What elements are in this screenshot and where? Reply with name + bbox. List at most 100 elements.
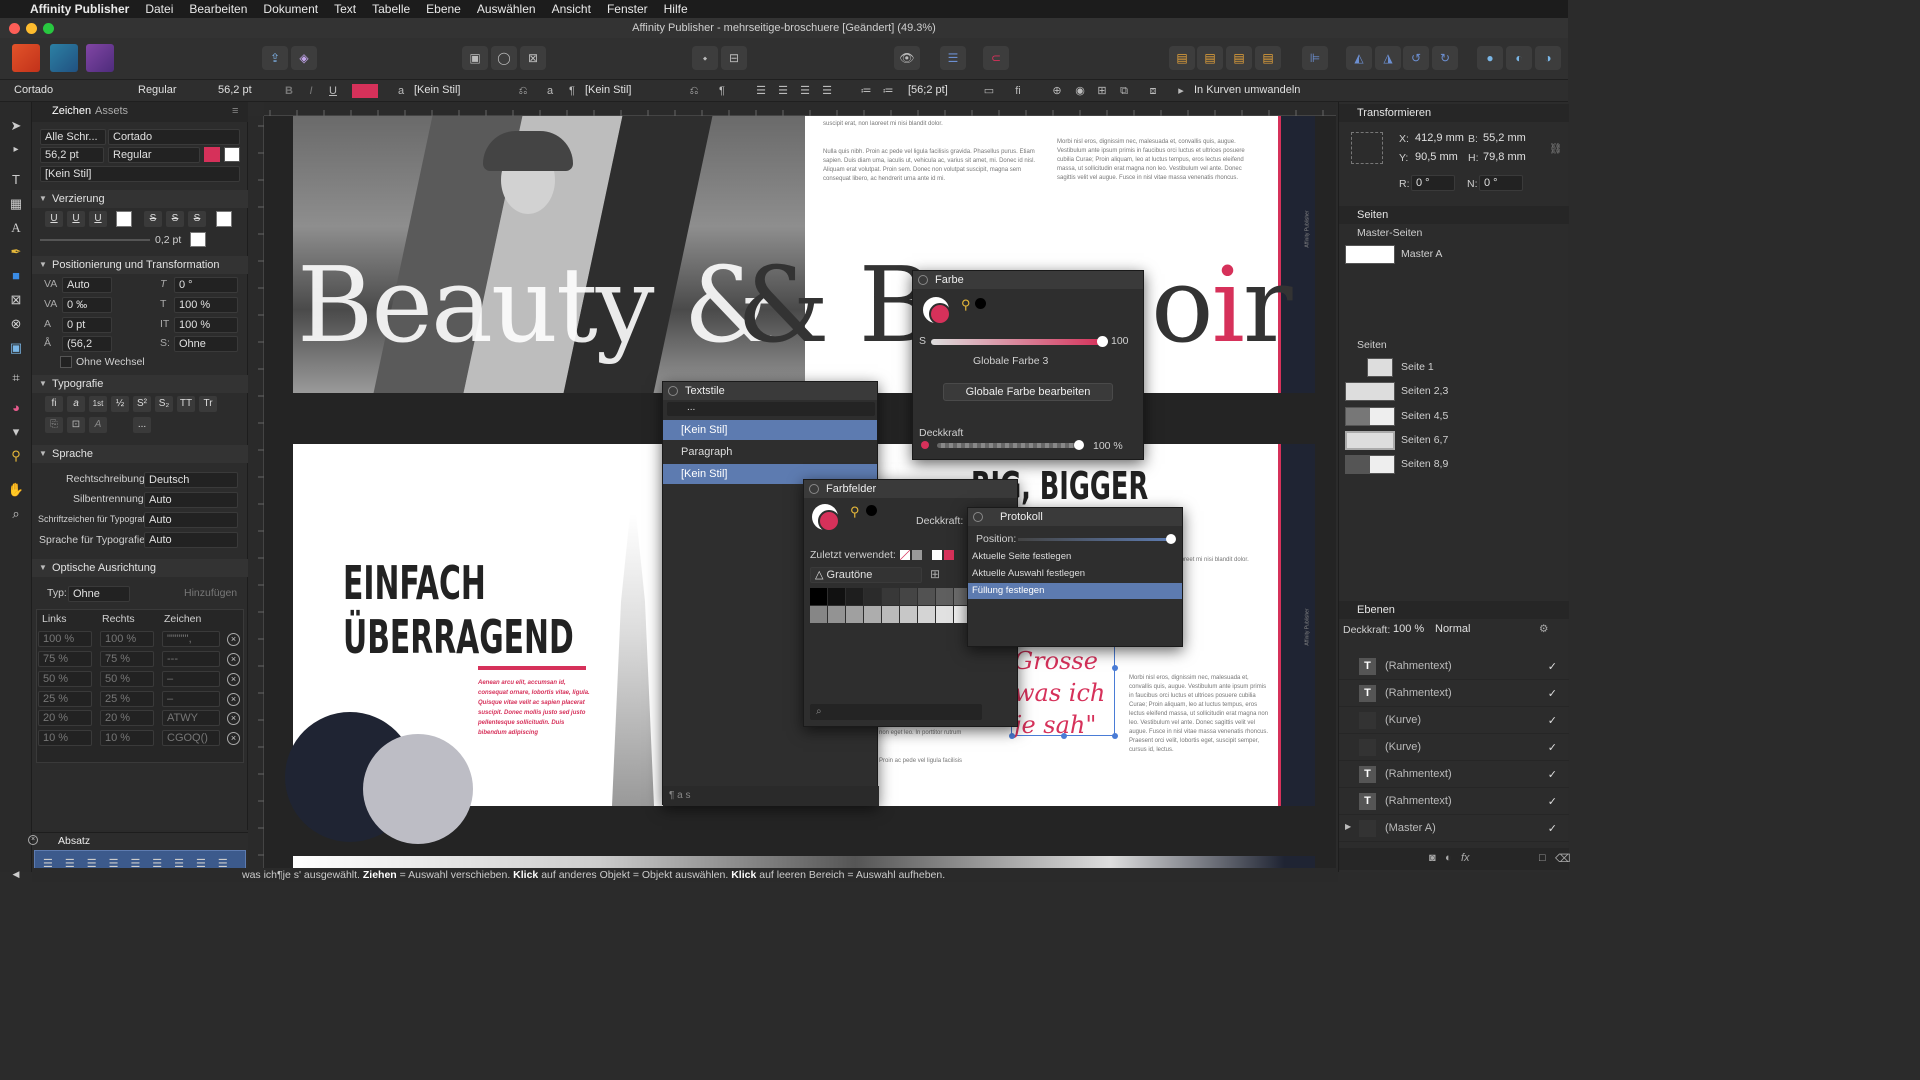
layer-visible-check[interactable]: ✓ xyxy=(1548,687,1557,700)
layer-row-1[interactable]: T (Rahmentext) ✓ xyxy=(1339,654,1569,680)
x-field[interactable]: 412,9 mm xyxy=(1411,131,1473,147)
saturation-slider[interactable] xyxy=(931,339,1103,345)
text-styles-search[interactable]: ... xyxy=(667,402,875,416)
boolean-add-icon[interactable]: ● xyxy=(1477,46,1503,70)
gray-swatch[interactable] xyxy=(828,606,845,623)
link-icon[interactable]: ⧈ xyxy=(1145,83,1161,99)
layer-row-2[interactable]: T (Rahmentext) ✓ xyxy=(1339,681,1569,707)
menu-auswaehlen[interactable]: Auswählen xyxy=(477,2,536,16)
row3-remove-icon[interactable]: × xyxy=(227,673,240,686)
layer-visible-check[interactable]: ✓ xyxy=(1548,795,1557,808)
gray-swatch[interactable] xyxy=(900,606,917,623)
snapping-icon[interactable]: ⊂ xyxy=(983,46,1009,70)
h-field[interactable]: 79,8 mm xyxy=(1479,150,1541,166)
recent-gray-swatch[interactable] xyxy=(912,550,922,560)
show-special-chars-icon[interactable]: ¶ xyxy=(714,83,730,99)
font-size-field[interactable]: 56,2 pt xyxy=(40,147,104,163)
body-text-top-3[interactable]: Morbi nisl eros, dignissim nec, malesuad… xyxy=(1057,138,1257,183)
opacity-slider[interactable] xyxy=(937,443,1081,448)
b-field[interactable]: 55,2 mm xyxy=(1479,131,1541,147)
history-slider-thumb[interactable] xyxy=(1166,534,1176,544)
add-button[interactable]: Hinzufügen xyxy=(184,587,237,599)
style-row-paragraph[interactable]: Paragraph xyxy=(663,442,877,462)
typography-more-button[interactable]: ... xyxy=(133,417,151,433)
table-tool-icon[interactable]: ▦ xyxy=(6,194,26,214)
selection-handle-b[interactable] xyxy=(1061,733,1067,739)
preflight-icon[interactable]: ◈ xyxy=(291,46,317,70)
font-style-field[interactable]: Regular xyxy=(108,147,200,163)
pink-body-text[interactable]: Aenean arcu elit, accumsan id, consequat… xyxy=(478,678,590,738)
section-optische-ausrichtung[interactable]: Optische Ausrichtung xyxy=(32,559,248,577)
tab-assets[interactable]: Assets xyxy=(95,105,128,117)
color-picker-tool-icon[interactable]: ⚲ xyxy=(6,446,26,466)
fill-color-swatch[interactable] xyxy=(204,147,220,162)
fx-icon[interactable]: fx xyxy=(1461,852,1470,864)
baseline-grid-icon[interactable]: ☰ xyxy=(940,46,966,70)
zoom-window-button[interactable] xyxy=(43,23,54,34)
transparency-tool-icon[interactable]: ▾ xyxy=(6,422,26,442)
layer-visible-check[interactable]: ✓ xyxy=(1548,768,1557,781)
underline-single-button[interactable]: U xyxy=(45,211,63,227)
rotate-left-icon[interactable]: ↺ xyxy=(1403,46,1429,70)
body-right-2[interactable]: Morbi nisl eros, dignissim nec, malesuad… xyxy=(1129,674,1269,755)
pages-8-9-thumb[interactable] xyxy=(1345,455,1395,474)
bullets-icon[interactable]: ≔ xyxy=(858,83,874,99)
shear-field[interactable]: 0 ° xyxy=(1479,175,1523,191)
ellipse-frame-tool-icon[interactable]: ⊗ xyxy=(6,314,26,334)
layer-row-4[interactable]: (Kurve) ✓ xyxy=(1339,735,1569,761)
row6-remove-icon[interactable]: × xyxy=(227,732,240,745)
selection-handle-br[interactable] xyxy=(1112,733,1118,739)
menu-ebene[interactable]: Ebene xyxy=(426,2,461,16)
align-right-icon[interactable]: ☰ xyxy=(797,83,813,99)
no-break-checkbox[interactable] xyxy=(60,356,72,368)
saturation-value[interactable]: 100 xyxy=(1111,335,1129,347)
row4-right[interactable]: 25 % xyxy=(100,691,154,707)
bottom-text-1[interactable]: non eget leo. In porttitor rutrum xyxy=(879,730,961,736)
history-item-3[interactable]: Füllung festlegen xyxy=(968,583,1182,599)
scale-v-field[interactable]: 100 % xyxy=(174,317,238,333)
bold-button[interactable]: B xyxy=(281,83,297,99)
row5-chars[interactable]: ATWY xyxy=(162,710,220,726)
gray-swatch[interactable] xyxy=(882,588,899,605)
hand-tool-icon[interactable]: ✋ xyxy=(6,480,26,500)
recent-white-swatch[interactable] xyxy=(932,550,942,560)
collapse-tools-icon[interactable]: ◀ xyxy=(6,864,26,884)
delete-layer-icon[interactable]: ⌫ xyxy=(1555,852,1571,865)
page-1-label[interactable]: Seite 1 xyxy=(1401,361,1434,373)
menu-tabelle[interactable]: Tabelle xyxy=(372,2,410,16)
font-family-select[interactable]: Cortado xyxy=(10,82,130,100)
publisher-persona-icon[interactable] xyxy=(12,44,40,72)
menu-hilfe[interactable]: Hilfe xyxy=(664,2,688,16)
layers-opacity-field[interactable]: 100 % xyxy=(1389,622,1425,638)
preview-icon[interactable]: 👁 xyxy=(894,46,920,70)
convert-curves-icon[interactable]: ▸ xyxy=(1173,83,1189,99)
fill-tool-icon[interactable]: ◕ xyxy=(6,398,26,418)
justify-icon[interactable]: ☰ xyxy=(819,83,835,99)
row4-chars[interactable]: – xyxy=(162,691,220,707)
row3-left[interactable]: 50 % xyxy=(38,671,92,687)
pages-2-3-label[interactable]: Seiten 2,3 xyxy=(1401,385,1448,397)
skew-field[interactable]: 0 ° xyxy=(174,277,238,293)
spread-next[interactable] xyxy=(293,856,1315,868)
layer-row-5[interactable]: T (Rahmentext) ✓ xyxy=(1339,762,1569,788)
pages-4-5-thumb[interactable] xyxy=(1345,407,1395,426)
layer-settings-icon[interactable]: ⚙ xyxy=(1539,623,1548,635)
underline-custom-button[interactable]: U xyxy=(89,211,107,227)
transform-icon[interactable]: ⊞ xyxy=(1094,83,1110,99)
leading-field[interactable]: (56,2 xyxy=(62,336,112,352)
section-positionierung[interactable]: Positionierung und Transformation xyxy=(32,256,248,274)
row5-right[interactable]: 20 % xyxy=(100,710,154,726)
boolean-subtract-icon[interactable]: ◐ xyxy=(1506,46,1532,70)
font-style-select[interactable]: Regular xyxy=(134,82,208,100)
masters-header[interactable]: Master-Seiten xyxy=(1357,227,1422,239)
scale-h-field[interactable]: 100 % xyxy=(174,297,238,313)
artistic-text-tool-icon[interactable]: A xyxy=(6,218,26,238)
row1-right[interactable]: 100 % xyxy=(100,631,154,647)
stroke-width-swatch[interactable] xyxy=(190,232,206,247)
arrange-back-icon[interactable]: ▤ xyxy=(1169,46,1195,70)
blend-mode-select[interactable]: Normal xyxy=(1431,622,1531,638)
menu-datei[interactable]: Datei xyxy=(145,2,173,16)
layer-visible-check[interactable]: ✓ xyxy=(1548,741,1557,754)
row6-left[interactable]: 10 % xyxy=(38,730,92,746)
row3-right[interactable]: 50 % xyxy=(100,671,154,687)
